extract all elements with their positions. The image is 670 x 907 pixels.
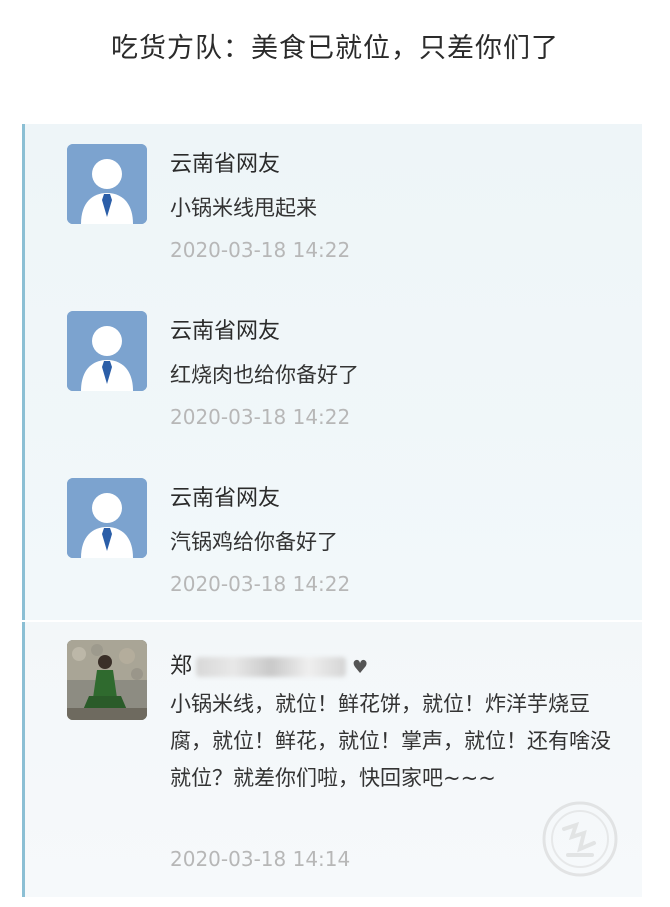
blurred-name — [196, 657, 347, 677]
comment-timestamp: 2020-03-18 14:22 — [170, 405, 351, 429]
page-title: 吃货方队：美食已就位，只差你们了 — [111, 33, 559, 64]
comment-timestamp: 2020-03-18 14:14 — [170, 847, 351, 871]
comment-timestamp: 2020-03-18 14:22 — [170, 572, 351, 596]
comment-text: 小锅米线甩起来 — [170, 196, 317, 220]
default-user-avatar[interactable] — [67, 478, 147, 558]
comment-timestamp: 2020-03-18 14:22 — [170, 238, 351, 262]
comment-username[interactable]: 云南省网友 — [170, 313, 280, 345]
comment-text: 汽锅鸡给你备好了 — [170, 530, 338, 554]
watermark-seal-icon — [542, 801, 618, 877]
user-silhouette-icon — [67, 478, 147, 558]
user-silhouette-icon — [67, 144, 147, 224]
comment-text: 小锅米线，就位！鲜花饼，就位！炸洋芋烧豆腐，就位！鲜花，就位！掌声，就位！还有啥… — [170, 692, 611, 790]
default-user-avatar[interactable] — [67, 144, 147, 224]
comment-username[interactable]: 郑 ♥ — [170, 648, 368, 680]
photo-avatar[interactable] — [67, 640, 147, 720]
comment-text: 红烧肉也给你备好了 — [170, 363, 359, 387]
heart-icon: ♥ — [352, 656, 369, 678]
person-photo-icon — [67, 640, 147, 720]
user-silhouette-icon — [67, 311, 147, 391]
comment-panel: 云南省网友 小锅米线甩起来 2020-03-18 14:22 云南省网友 红烧肉… — [22, 124, 642, 620]
comment-username-text: 郑 — [170, 654, 193, 679]
comment-username[interactable]: 云南省网友 — [170, 480, 280, 512]
comment-panel-bottom: 郑 ♥ 小锅米线，就位！鲜花饼，就位！炸洋芋烧豆腐，就位！鲜花，就位！掌声，就位！… — [22, 622, 642, 897]
comment-username[interactable]: 云南省网友 — [170, 146, 280, 178]
default-user-avatar[interactable] — [67, 311, 147, 391]
